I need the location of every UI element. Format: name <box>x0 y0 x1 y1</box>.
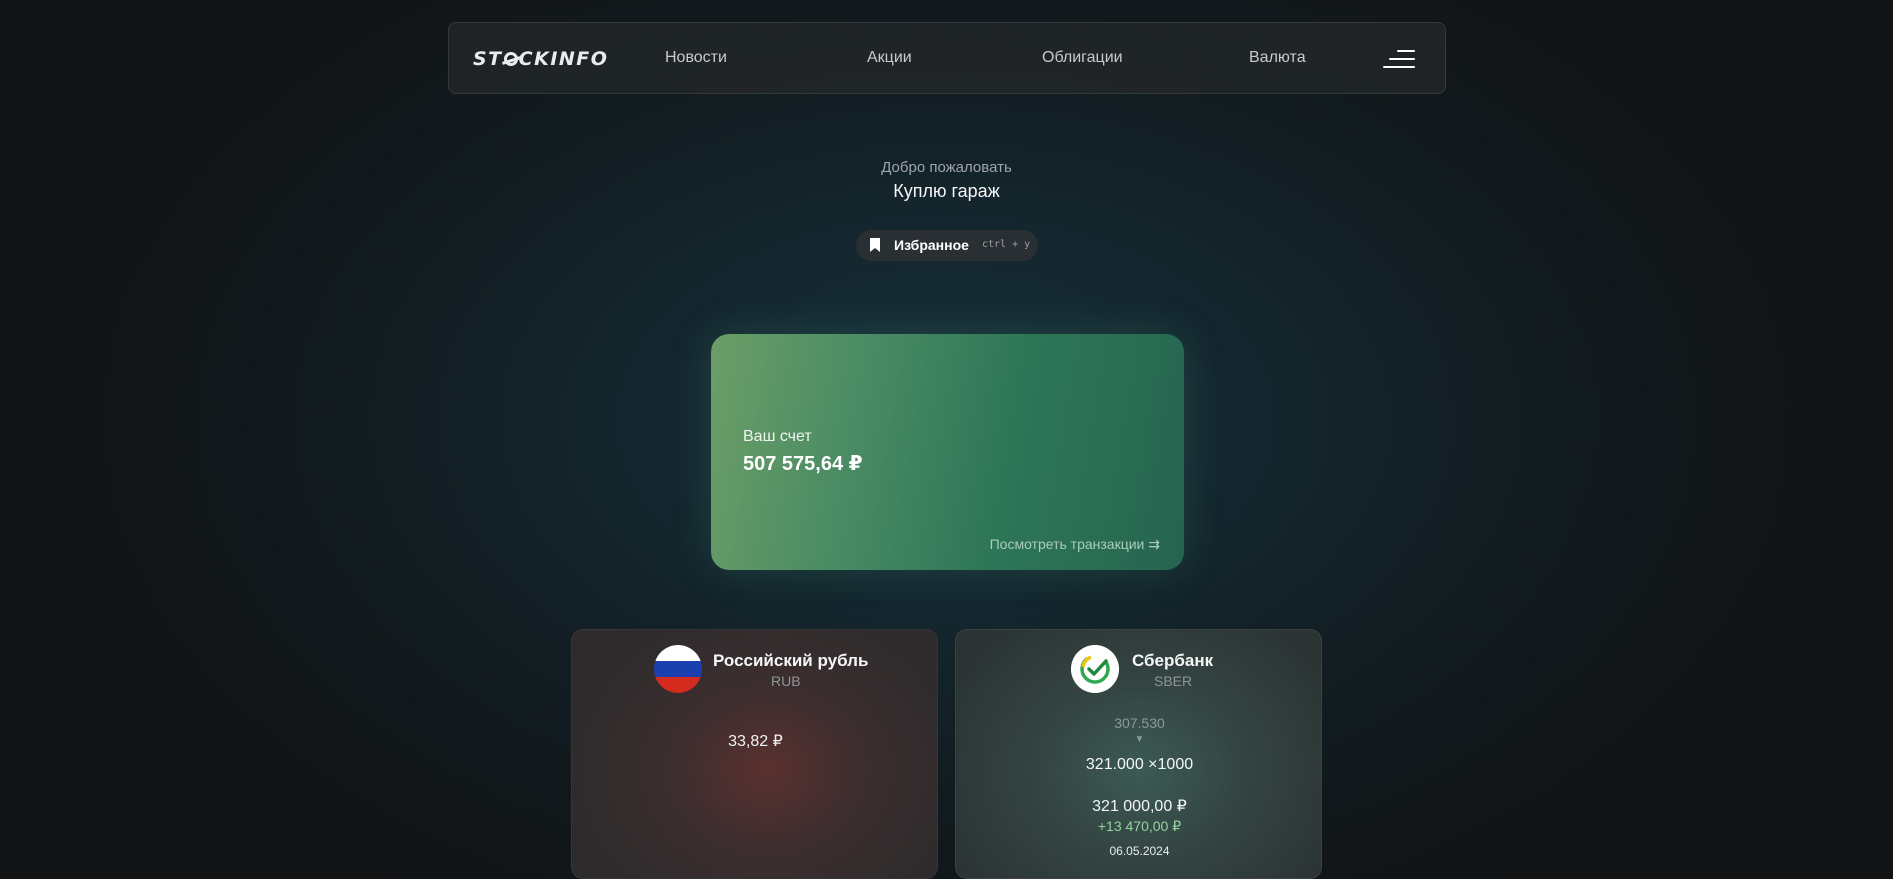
account-label: Ваш счет <box>743 428 812 445</box>
welcome-subtitle: Добро пожаловать <box>881 159 1012 176</box>
user-name: Куплю гараж <box>893 181 1000 201</box>
asset-card-rub[interactable]: Российский рубль RUB 33,82 ₽ <box>571 629 938 879</box>
hamburger-menu-icon[interactable] <box>1383 50 1415 70</box>
nav-link-stocks[interactable]: Акции <box>867 49 912 67</box>
view-transactions-link[interactable]: Посмотреть транзакции ⇉ <box>990 536 1160 553</box>
bookmark-icon <box>870 238 880 252</box>
account-card: Ваш счет 507 575,64 ₽ Посмотреть транзак… <box>711 334 1184 570</box>
account-balance: 507 575,64 ₽ <box>743 453 863 475</box>
asset-card-sber[interactable]: Сбербанк SBER 307.530 ▼ 321.000 ×1000 32… <box>955 629 1322 879</box>
asset-code: SBER <box>1154 673 1193 689</box>
russia-flag-icon <box>654 645 702 693</box>
nav-link-news[interactable]: Новости <box>665 49 727 67</box>
asset-name: Сбербанк <box>1132 651 1214 670</box>
asset-name: Российский рубль <box>713 651 869 670</box>
nav-link-bonds[interactable]: Облигации <box>1042 49 1123 67</box>
stockinfo-logo[interactable]: ST CKINFO <box>473 48 608 70</box>
top-navbar: ST CKINFO Новости Акции Облигации Валюта <box>448 22 1446 94</box>
asset-price: 33,82 ₽ <box>728 733 783 750</box>
favorites-button[interactable]: Избранное ctrl + y <box>856 230 1038 261</box>
nav-link-currency[interactable]: Валюта <box>1249 49 1306 67</box>
favorites-shortcut: ctrl + y <box>982 239 1031 250</box>
logo-o-icon <box>503 52 518 66</box>
asset-code: RUB <box>771 673 801 689</box>
current-price-lot: 321.000 ×1000 <box>1085 756 1194 773</box>
triangle-down-icon: ▼ <box>1134 734 1145 745</box>
position-change: +13 470,00 ₽ <box>1097 818 1182 834</box>
previous-price: 307.530 <box>1114 715 1165 731</box>
favorites-label: Избранное <box>894 237 969 253</box>
position-date: 06.05.2024 <box>1109 844 1170 858</box>
sber-logo-icon <box>1071 645 1119 693</box>
position-total: 321 000,00 ₽ <box>1092 798 1187 815</box>
